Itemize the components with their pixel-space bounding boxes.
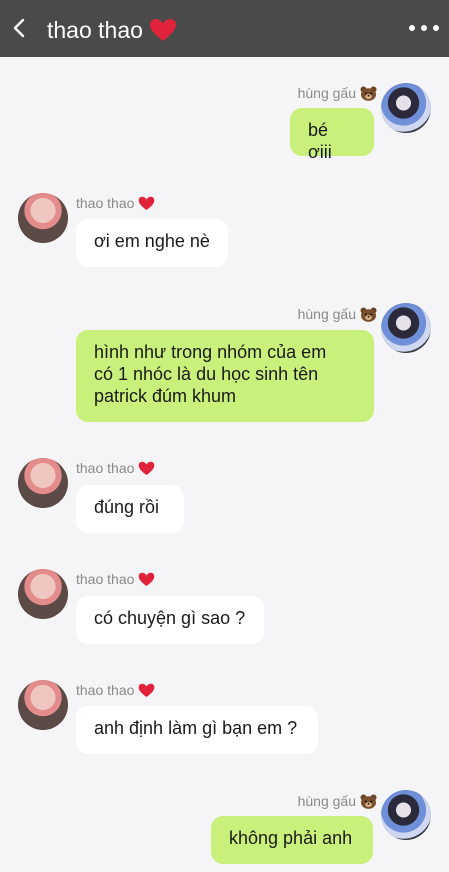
contact-name: thao thao [47, 17, 143, 43]
message-text-line: patrick đúm khum [94, 386, 237, 406]
message-text: đúng rồi [94, 497, 160, 517]
message-text-line: hình như trong nhóm của em [94, 342, 327, 362]
message-text-line: có 1 nhóc là du học sinh tên [94, 364, 319, 384]
avatar[interactable] [18, 680, 68, 730]
red-heart-icon [139, 683, 155, 697]
sender-name: hùng gấu [298, 792, 377, 810]
sender-name: thao thao [76, 459, 155, 477]
sender-name: thao thao [76, 681, 155, 699]
sender-name-text: hùng gấu [297, 85, 356, 101]
more-dot [421, 25, 427, 31]
sender-name-text: thao thao [76, 571, 135, 587]
chat-title[interactable]: thao thao [47, 17, 177, 43]
message-bubble[interactable]: anh định làm gì bạn em ? [76, 706, 318, 754]
message-text: ơi em nghe nè [94, 231, 210, 251]
sender-name-text: thao thao [76, 195, 135, 211]
sender-name: hùng gấu [298, 305, 377, 323]
sender-name-text: hùng gấu [297, 793, 356, 809]
message-bubble[interactable]: đúng rồi [76, 485, 184, 533]
message-text: có chuyện gì sao ? [94, 608, 246, 628]
chat-header: thao thao [0, 0, 449, 57]
message-bubble[interactable]: bé ơiii [290, 108, 374, 162]
bear-icon [360, 794, 377, 809]
avatar[interactable] [18, 569, 68, 619]
sender-name-text: thao thao [76, 682, 135, 698]
avatar[interactable] [18, 458, 68, 508]
avatar[interactable] [381, 790, 431, 840]
chevron-left-icon [13, 18, 25, 38]
sender-name-text: thao thao [76, 460, 135, 476]
message-bubble[interactable]: hình như trong nhóm của em có 1 nhóc là … [76, 330, 374, 422]
avatar[interactable] [381, 303, 431, 353]
sender-name: thao thao [76, 194, 155, 212]
red-heart-icon [139, 196, 155, 210]
more-options-button[interactable] [409, 20, 439, 36]
red-heart-icon [139, 572, 155, 586]
sender-name: thao thao [76, 570, 155, 588]
bear-icon [360, 307, 377, 322]
sender-name: hùng gấu [298, 84, 377, 102]
back-button[interactable] [8, 14, 30, 42]
message-bubble[interactable]: có chuyện gì sao ? [76, 596, 264, 644]
message-text: anh định làm gì bạn em ? [94, 718, 298, 738]
red-heart-icon [149, 19, 176, 41]
message-text: bé ơiii [308, 120, 332, 162]
avatar[interactable] [18, 193, 68, 243]
more-dot [409, 25, 415, 31]
message-text: không phải anh [229, 828, 353, 848]
message-bubble[interactable]: ơi em nghe nè [76, 219, 228, 267]
avatar[interactable] [381, 83, 431, 133]
red-heart-icon [139, 461, 155, 475]
bear-icon [360, 86, 377, 101]
more-dot [433, 25, 439, 31]
message-bubble[interactable]: không phải anh [211, 816, 373, 864]
sender-name-text: hùng gấu [297, 306, 356, 322]
